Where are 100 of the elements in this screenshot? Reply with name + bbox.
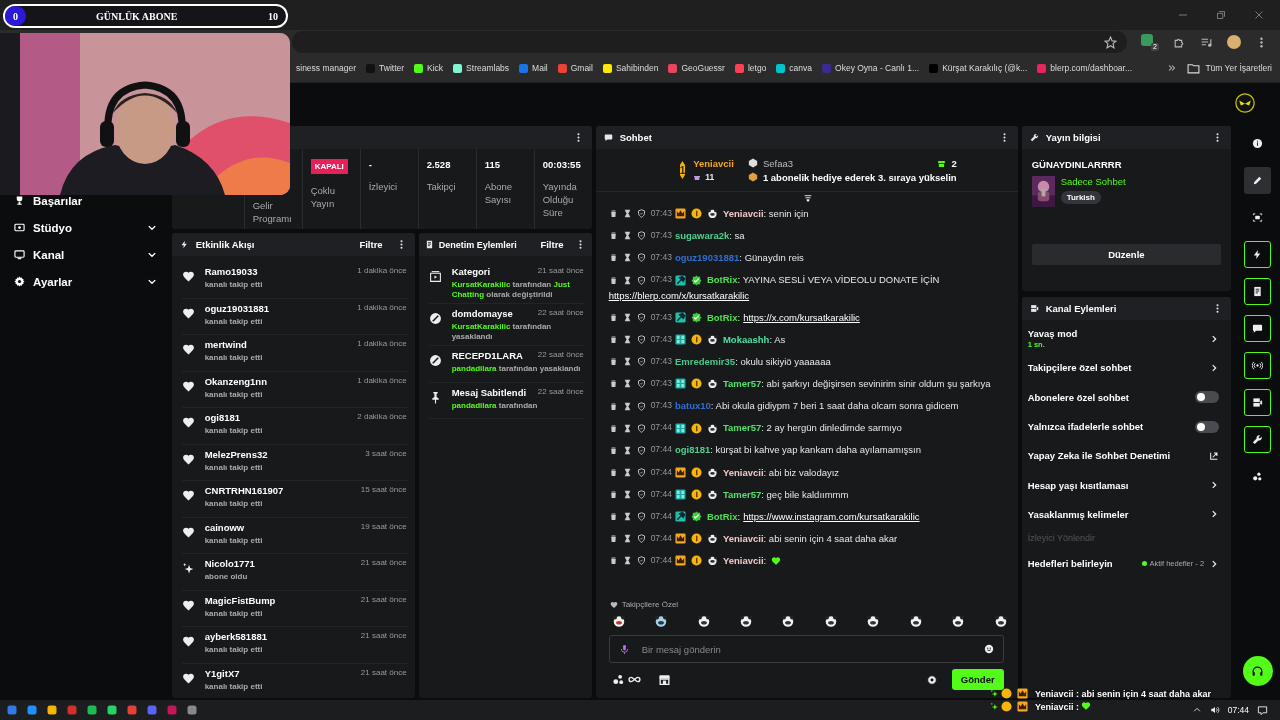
mod-shield-icon[interactable] [636, 556, 646, 566]
mask-logo-icon[interactable] [1235, 93, 1255, 113]
edit-button[interactable]: Düzenle [1031, 244, 1222, 265]
store-icon[interactable] [657, 673, 671, 686]
delete-icon[interactable] [608, 357, 618, 367]
delete-icon[interactable] [608, 556, 618, 566]
scroll-down-icon[interactable] [802, 194, 813, 204]
bookmark[interactable]: blerp.com/dashboar... [1037, 63, 1133, 73]
star-icon[interactable] [1104, 35, 1117, 49]
channel-action-item[interactable]: Takipçilere özel sohbet [1027, 353, 1220, 383]
timeout-icon[interactable] [622, 467, 632, 477]
timeout-icon[interactable] [622, 556, 632, 566]
message-link[interactable]: https://blerp.com/x/kursatkarakilic [608, 287, 750, 304]
delete-icon[interactable] [608, 209, 618, 219]
toggle-switch[interactable] [1195, 420, 1220, 433]
message-input[interactable]: Bir mesaj gönderin [639, 642, 974, 656]
dots-icon[interactable] [611, 673, 625, 686]
timeout-icon[interactable] [622, 445, 632, 455]
more-bookmarks-icon[interactable] [1167, 63, 1178, 73]
bookmark[interactable]: Twitter [366, 63, 405, 73]
timeout-icon[interactable] [622, 489, 632, 499]
mod-shield-icon[interactable] [636, 534, 646, 544]
pencil-button[interactable] [1244, 167, 1272, 194]
channel-action-item[interactable]: Abonelere özel sohbet [1027, 382, 1220, 412]
mod-shield-icon[interactable] [636, 335, 646, 345]
timeout-icon[interactable] [622, 379, 632, 389]
timeout-icon[interactable] [622, 423, 632, 433]
restore-icon[interactable] [1214, 8, 1228, 22]
document-button[interactable] [1244, 278, 1272, 305]
bookmark[interactable]: canva [776, 63, 813, 73]
mod-shield-icon[interactable] [636, 275, 646, 285]
chat-bubble-button[interactable] [1244, 315, 1272, 342]
panda-emote-icon[interactable] [908, 614, 923, 628]
panda-emote-icon[interactable] [781, 614, 796, 628]
delete-icon[interactable] [608, 253, 618, 263]
panda-emote-icon[interactable] [654, 614, 669, 628]
mod-shield-icon[interactable] [636, 423, 646, 433]
language-tag[interactable]: Turkish [1060, 191, 1101, 204]
taskbar-app-icon[interactable] [6, 704, 18, 716]
taskbar-app-icon[interactable] [26, 704, 38, 716]
bookmark[interactable]: Kick [414, 63, 444, 73]
wrench-button[interactable] [1244, 426, 1272, 453]
clock[interactable]: 07:44 [1227, 705, 1249, 715]
taskbar-app-icon[interactable] [186, 704, 198, 716]
bookmark[interactable]: letgo [734, 63, 767, 73]
notification-icon[interactable] [1257, 704, 1268, 716]
delete-icon[interactable] [608, 379, 618, 389]
timeout-icon[interactable] [622, 401, 632, 411]
bookmark[interactable]: Streamlabs [453, 63, 510, 73]
lightning-button[interactable] [1244, 241, 1272, 268]
mod-shield-icon[interactable] [636, 313, 646, 323]
sidebar-item[interactable]: Başarılar [14, 193, 158, 208]
timeout-icon[interactable] [622, 209, 632, 219]
emoji-icon[interactable] [983, 644, 994, 654]
toggle-switch[interactable] [1195, 391, 1220, 404]
timeout-icon[interactable] [622, 335, 632, 345]
timeout-icon[interactable] [622, 313, 632, 323]
message-link[interactable]: https://x.com/kursatkarakilic [743, 309, 860, 326]
panda-emote-icon[interactable] [823, 614, 838, 628]
sidebar-item[interactable]: Ayarlar [14, 274, 158, 289]
sidebar-item[interactable]: Stüdyo [14, 220, 158, 235]
taskbar-app-icon[interactable] [46, 704, 58, 716]
mod-shield-icon[interactable] [636, 401, 646, 411]
delete-icon[interactable] [608, 313, 618, 323]
bookmark[interactable]: Gmail [557, 63, 593, 73]
mod-shield-icon[interactable] [636, 379, 646, 389]
broadcast-button[interactable] [1244, 352, 1272, 379]
bookmark[interactable]: Sahibinden [602, 63, 659, 73]
panda-emote-icon[interactable] [951, 614, 966, 628]
panda-emote-icon[interactable] [738, 614, 753, 628]
microphone-icon[interactable] [618, 643, 630, 655]
mod-shield-icon[interactable] [636, 511, 646, 521]
channel-action-item[interactable]: Yasaklanmış kelimeler [1027, 499, 1220, 530]
mod-shield-icon[interactable] [636, 231, 646, 241]
bookmark[interactable]: siness manager [296, 63, 356, 73]
taskbar-app-icon[interactable] [86, 704, 98, 716]
mod-shield-icon[interactable] [636, 209, 646, 219]
timeout-icon[interactable] [622, 511, 632, 521]
mod-shield-icon[interactable] [636, 489, 646, 499]
taskbar-app-icon[interactable] [126, 704, 138, 716]
speaker-icon[interactable] [1209, 705, 1220, 715]
delete-icon[interactable] [608, 335, 618, 345]
category-link[interactable]: Sadece Sohbet [1060, 176, 1126, 187]
support-button[interactable] [1242, 656, 1273, 686]
channel-action-item[interactable]: Yapay Zeka ile Sohbet Denetimi [1027, 441, 1220, 471]
bookmark[interactable]: Mail [519, 63, 548, 73]
message-link[interactable]: https://www.instagram.com/kursatkarakilic [743, 508, 920, 525]
settings-icon[interactable] [926, 674, 937, 685]
delete-icon[interactable] [608, 534, 618, 544]
panda-emote-icon[interactable] [993, 614, 1008, 628]
mod-shield-icon[interactable] [636, 445, 646, 455]
mod-shield-icon[interactable] [636, 357, 646, 367]
timeout-icon[interactable] [622, 253, 632, 263]
profile-avatar[interactable] [1227, 35, 1241, 49]
filter-button[interactable]: Filtre [353, 239, 389, 250]
video-button[interactable] [1244, 389, 1272, 416]
channel-action-item[interactable]: Hesap yaşı kısıtlaması [1027, 470, 1220, 500]
taskbar-app-icon[interactable] [106, 704, 118, 716]
filter-button[interactable]: Filtre [534, 239, 570, 250]
panda-emote-icon[interactable] [866, 614, 881, 628]
